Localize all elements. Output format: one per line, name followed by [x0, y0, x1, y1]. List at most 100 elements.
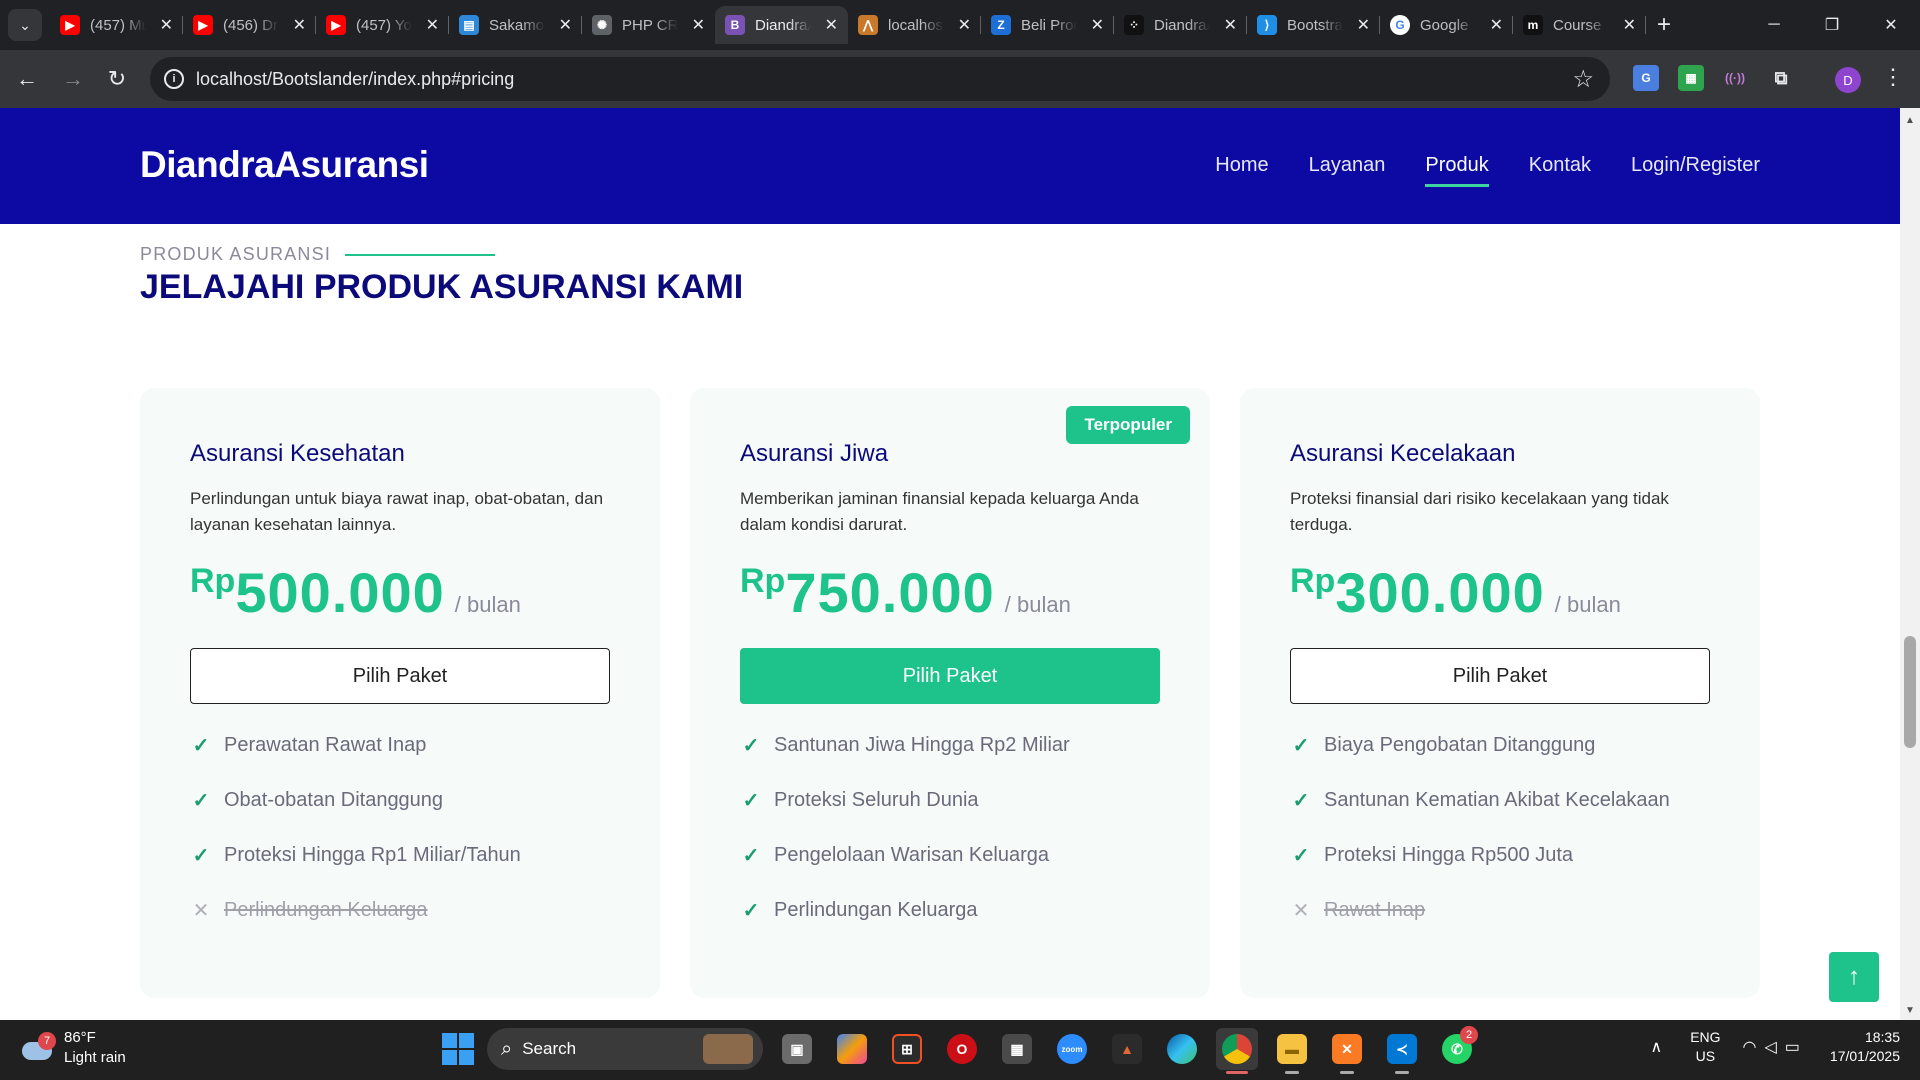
- site-brand[interactable]: DiandraAsuransi: [140, 144, 429, 186]
- cast-extension-icon[interactable]: ((·)): [1722, 65, 1748, 91]
- tab-close-icon[interactable]: ✕: [958, 15, 971, 35]
- file-explorer-icon[interactable]: ▬: [1271, 1028, 1313, 1074]
- chatgpt-icon: ✺: [592, 15, 612, 35]
- profile-avatar[interactable]: D: [1835, 67, 1861, 93]
- feature-text: Perawatan Rawat Inap: [224, 734, 427, 756]
- browser-menu-icon[interactable]: ⋮: [1882, 64, 1904, 90]
- task-view-icon[interactable]: ▣: [776, 1028, 818, 1070]
- tray-chevron-up-icon[interactable]: ∧: [1650, 1037, 1662, 1057]
- tab-strip: ⌄ ▶ (457) Music ✕ ▶ (456) Drama ✕ ▶ (457) YouTu…: [0, 0, 1920, 50]
- network-volume-battery-icons[interactable]: ◠◁▭: [1743, 1037, 1808, 1057]
- nav-link-kontak[interactable]: Kontak: [1529, 154, 1591, 177]
- tab-close-icon[interactable]: ✕: [559, 15, 572, 35]
- plan-price: Rp 750.000 / bulan: [740, 560, 1160, 626]
- weather-temperature: 86°F: [64, 1029, 96, 1046]
- tab-title: (457) YouTube: [356, 16, 412, 34]
- matlab-icon[interactable]: ▲: [1106, 1028, 1148, 1070]
- system-tray: ∧ ENG US ◠◁▭ 18:35 17/01/2025: [1650, 1028, 1900, 1066]
- browser-tab[interactable]: ⁘ DiandraAsuransi ✕: [1114, 6, 1247, 44]
- browser-tab[interactable]: ▶ (457) YouTube ✕: [316, 6, 449, 44]
- microsoft-store-icon[interactable]: ⊞: [886, 1028, 928, 1070]
- bookmark-star-icon[interactable]: ☆: [1572, 65, 1594, 94]
- tab-close-icon[interactable]: ✕: [1224, 15, 1237, 35]
- nav-link-produk[interactable]: Produk: [1425, 154, 1490, 187]
- restore-button[interactable]: ❐: [1803, 0, 1861, 50]
- site-header: DiandraAsuransi Home Layanan Produk Kontak L…: [0, 108, 1900, 224]
- tab-close-icon[interactable]: ✕: [426, 15, 439, 35]
- calculator-icon[interactable]: ▦: [996, 1028, 1038, 1070]
- browser-tab[interactable]: m Course ✕: [1513, 6, 1646, 44]
- site-info-icon[interactable]: i: [164, 69, 184, 89]
- extensions-puzzle-icon[interactable]: ⧉: [1768, 65, 1794, 91]
- scroll-down-arrow-icon[interactable]: ▼: [1900, 1002, 1920, 1018]
- feature-item: ✓ Santunan Kematian Akibat Kecelakaan: [1290, 773, 1710, 828]
- language-indicator[interactable]: ENG US: [1690, 1028, 1720, 1066]
- browser-tab[interactable]: ▤ Sakamoto ✕: [449, 6, 582, 44]
- feature-text: Pengelolaan Warisan Keluarga: [774, 844, 1049, 866]
- feature-text: Rawat Inap: [1324, 899, 1426, 921]
- tab-close-icon[interactable]: ✕: [692, 15, 705, 35]
- zoom-icon[interactable]: zoom: [1051, 1028, 1093, 1070]
- page-scrollbar[interactable]: ▲ ▼: [1900, 108, 1920, 1020]
- forward-button[interactable]: →: [56, 62, 90, 96]
- scroll-thumb[interactable]: [1904, 636, 1916, 748]
- chrome-icon[interactable]: [1216, 1028, 1258, 1074]
- choose-plan-button[interactable]: Pilih Paket: [1290, 648, 1710, 704]
- tab-close-icon[interactable]: ✕: [1091, 15, 1104, 35]
- windows-taskbar: 7 86°F Light rain ⌕ Search ▣ ⊞ O ▦ zoom …: [0, 1020, 1920, 1080]
- opera-icon[interactable]: O: [941, 1028, 983, 1070]
- url-text[interactable]: localhost/Bootslander/index.php#pricing: [196, 69, 514, 90]
- vscode-icon[interactable]: ≺: [1381, 1028, 1423, 1074]
- browser-tab[interactable]: ⋀ localhost ✕: [848, 6, 981, 44]
- browser-tab[interactable]: G Google ✕: [1380, 6, 1513, 44]
- browser-tab[interactable]: ▶ (456) Drama ✕: [183, 6, 316, 44]
- reload-button[interactable]: ↻: [100, 62, 134, 96]
- whatsapp-icon[interactable]: ✆ 2: [1436, 1026, 1478, 1070]
- browser-tab[interactable]: ⟩ Bootstrap ✕: [1247, 6, 1380, 44]
- tab-close-icon[interactable]: ✕: [1490, 15, 1503, 35]
- weather-badge: 7: [38, 1032, 56, 1050]
- tab-close-icon[interactable]: ✕: [160, 15, 173, 35]
- choose-plan-button[interactable]: Pilih Paket: [740, 648, 1160, 704]
- tab-close-icon[interactable]: ✕: [1623, 15, 1636, 35]
- plan-description: Perlindungan untuk biaya rawat inap, oba…: [190, 489, 604, 534]
- windows-start-icon[interactable]: [442, 1033, 474, 1065]
- nav-link-layanan[interactable]: Layanan: [1309, 154, 1386, 177]
- back-button[interactable]: ←: [10, 62, 44, 96]
- nav-link-login-register[interactable]: Login/Register: [1631, 154, 1760, 177]
- scroll-up-arrow-icon[interactable]: ▲: [1900, 112, 1920, 128]
- tab-close-icon[interactable]: ✕: [293, 15, 306, 35]
- browser-tab[interactable]: ▶ (457) Music ✕: [50, 6, 183, 44]
- minimize-button[interactable]: ─: [1745, 0, 1803, 50]
- translate-extension-icon[interactable]: G: [1633, 65, 1659, 91]
- sheets-extension-icon[interactable]: ▦: [1678, 65, 1704, 91]
- plan-price: Rp 300.000 / bulan: [1290, 560, 1710, 626]
- browser-tab[interactable]: Z Beli Produk ✕: [981, 6, 1114, 44]
- browser-tab[interactable]: B DiandraAsuransi ✕: [715, 6, 848, 44]
- clock[interactable]: 18:35 17/01/2025: [1830, 1028, 1900, 1066]
- popular-badge: Terpopuler: [1066, 406, 1190, 444]
- new-tab-button[interactable]: +: [1646, 6, 1682, 44]
- section-subtitle-text: PRODUK ASURANSI: [140, 244, 332, 264]
- copilot-icon[interactable]: [831, 1028, 873, 1070]
- taskbar-search[interactable]: ⌕ Search: [487, 1028, 763, 1070]
- nav-link-home[interactable]: Home: [1215, 154, 1268, 177]
- edge-icon[interactable]: [1161, 1028, 1203, 1070]
- weather-widget[interactable]: 7 86°F Light rain: [20, 1028, 126, 1068]
- browser-tab[interactable]: ✺ PHP CRUD ✕: [582, 6, 715, 44]
- tab-search-button[interactable]: ⌄: [8, 9, 42, 41]
- tab-close-icon[interactable]: ✕: [825, 15, 838, 35]
- price-amount: 300.000: [1335, 561, 1545, 624]
- check-icon: ✓: [192, 845, 210, 867]
- xampp-icon[interactable]: ✕: [1326, 1028, 1368, 1074]
- address-bar[interactable]: i localhost/Bootslander/index.php#pricin…: [150, 57, 1610, 101]
- choose-plan-button[interactable]: Pilih Paket: [190, 648, 610, 704]
- tab-close-icon[interactable]: ✕: [1357, 15, 1370, 35]
- check-icon: ✓: [192, 790, 210, 812]
- close-window-button[interactable]: ✕: [1862, 0, 1920, 50]
- check-icon: ✓: [742, 735, 760, 757]
- language-code: ENG: [1690, 1029, 1721, 1045]
- feature-list: ✓ Santunan Jiwa Hingga Rp2 Miliar ✓ Prot…: [740, 718, 1160, 938]
- back-to-top-button[interactable]: ↑: [1829, 952, 1879, 1002]
- plan-name: Asuransi Kesehatan: [190, 440, 405, 467]
